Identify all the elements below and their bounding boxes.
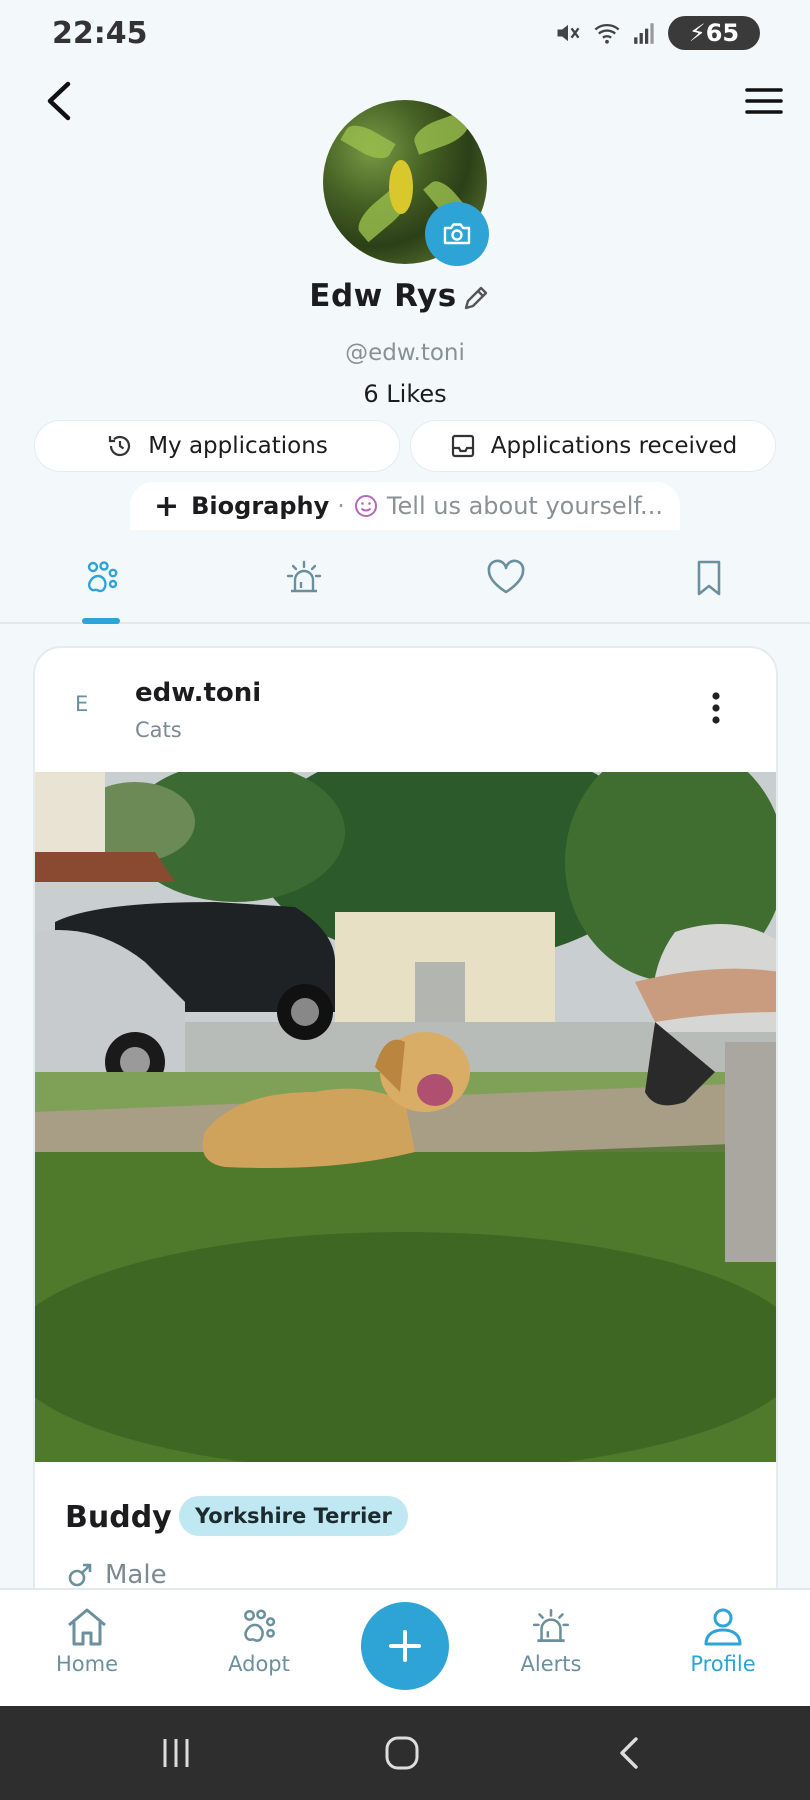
menu-button[interactable] [744,84,784,118]
nav-home-label: Home [55,1652,118,1676]
signal-icon [634,23,654,44]
nav-alerts-label: Alerts [520,1652,582,1676]
siren-icon [286,560,322,593]
person-icon [704,1608,742,1646]
battery-indicator: ⚡ 65 [668,16,760,50]
recent-apps-button[interactable] [146,1730,206,1776]
profile-tabs [0,540,810,624]
add-button[interactable] [361,1602,449,1690]
post-options-button[interactable] [701,688,731,728]
back-system-button[interactable] [600,1730,660,1776]
back-chevron-icon [620,1737,638,1769]
status-bar: 22:45 ⚡ 65 [0,0,810,70]
pet-photo[interactable] [35,772,776,1462]
tab-pets[interactable] [72,548,132,608]
more-vertical-icon [712,692,720,724]
applications-received-button[interactable]: Applications received [410,420,776,472]
biography-placeholder: Tell us about yourself... [386,492,663,520]
heart-icon [487,559,525,594]
back-arrow-icon [47,81,71,121]
paw-icon [244,1609,276,1642]
camera-icon [443,223,471,245]
post-card[interactable]: E edw.toni Cats Buddy Yorkshire Terrier … [33,646,778,1646]
pet-gender-label: Male [105,1560,167,1590]
siren-icon [532,1608,570,1643]
battery-level: 65 [705,19,740,47]
nav-adopt-label: Adopt [228,1652,290,1676]
wifi-icon [594,23,620,44]
bookmark-icon [697,560,721,596]
pencil-icon [464,286,488,310]
active-tab-indicator [82,618,120,624]
my-applications-label: My applications [148,433,328,459]
nav-profile-label: Profile [690,1652,756,1676]
edit-name-button[interactable] [460,282,492,314]
nav-alerts[interactable]: Alerts [496,1606,606,1676]
biography-button[interactable]: + Biography · Tell us about yourself... [130,482,680,530]
bottom-navigation: Home Adopt Alerts Profile [0,1588,810,1706]
status-time: 22:45 [52,16,148,51]
likes-count: 6 Likes [363,380,447,408]
tab-alerts[interactable] [274,548,334,608]
pet-photo-image [35,772,776,1462]
my-applications-button[interactable]: My applications [34,420,400,472]
change-photo-button[interactable] [425,202,489,266]
status-icons: ⚡ 65 [554,16,760,50]
hamburger-icon [745,88,783,114]
pet-name: Buddy [65,1500,172,1535]
inbox-icon [451,434,474,458]
history-icon [109,435,131,457]
system-navigation-bar [0,1706,810,1800]
back-button[interactable] [38,76,82,126]
post-username[interactable]: edw.toni [135,678,261,708]
paw-icon [87,561,118,593]
male-icon [68,1563,92,1587]
tab-favorites[interactable] [476,548,536,608]
pet-gender: Male [65,1560,167,1590]
plus-icon [389,1630,421,1662]
nav-profile[interactable]: Profile [668,1606,778,1676]
breed-label: Yorkshire Terrier [195,1504,392,1528]
nav-adopt[interactable]: Adopt [204,1606,314,1676]
home-system-button[interactable] [372,1730,432,1776]
tab-saved[interactable] [679,548,739,608]
smiley-icon [354,495,377,517]
plus-icon: + [154,488,180,524]
home-circle-icon [385,1736,419,1770]
biography-label: Biography [191,492,330,520]
profile-handle: @edw.toni [345,340,465,366]
breed-badge: Yorkshire Terrier [179,1496,408,1536]
biography-separator: · [337,492,345,520]
applications-received-label: Applications received [490,433,738,459]
nav-home[interactable]: Home [32,1606,142,1676]
charging-icon: ⚡ [688,19,706,47]
home-icon [68,1608,106,1646]
recents-icon [163,1739,189,1767]
post-category: Cats [135,718,182,742]
profile-name: Edw Rys [309,278,457,314]
post-avatar[interactable]: E [75,692,88,716]
mute-icon [557,24,580,42]
